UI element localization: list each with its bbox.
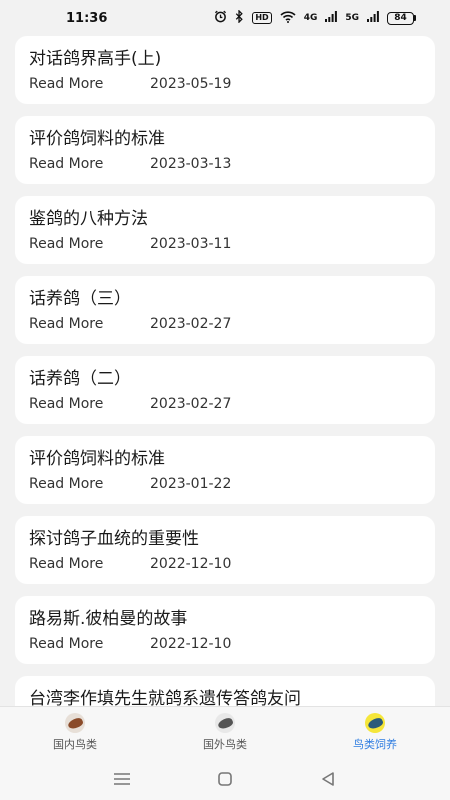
read-more-link[interactable]: Read More: [29, 636, 150, 652]
article-meta: Read More 2023-05-19: [29, 76, 421, 92]
article-card[interactable]: 话养鸽（二） Read More 2023-02-27: [15, 356, 435, 424]
status-bar: 11:36 HD 4G 5G 84: [0, 0, 450, 36]
article-list[interactable]: 对话鸽界高手(上) Read More 2023-05-19 评价鸽饲料的标准 …: [15, 36, 435, 706]
article-meta: Read More 2023-02-27: [29, 396, 421, 412]
article-meta: Read More 2023-01-22: [29, 476, 421, 492]
article-meta: Read More 2022-12-10: [29, 556, 421, 572]
article-card[interactable]: 路易斯.彼柏曼的故事 Read More 2022-12-10: [15, 596, 435, 664]
article-title: 路易斯.彼柏曼的故事: [29, 609, 188, 629]
article-date: 2023-02-27: [150, 396, 232, 412]
article-date: 2023-05-19: [150, 76, 232, 92]
read-more-link[interactable]: Read More: [29, 556, 150, 572]
article-date: 2023-02-27: [150, 316, 232, 332]
status-icons: HD 4G 5G 84: [214, 9, 416, 26]
article-date: 2023-01-22: [150, 476, 232, 492]
read-more-link[interactable]: Read More: [29, 476, 150, 492]
hd-badge: HD: [252, 12, 272, 24]
article-card[interactable]: 评价鸽饲料的标准 Read More 2023-01-22: [15, 436, 435, 504]
read-more-link[interactable]: Read More: [29, 156, 150, 172]
article-date: 2022-12-10: [150, 556, 232, 572]
article-card[interactable]: 台湾李作填先生就鸽系遗传答鸽友问: [15, 676, 435, 706]
article-meta: Read More 2023-02-27: [29, 316, 421, 332]
article-title: 话养鸽（二）: [29, 369, 131, 389]
bird-feeding-icon: [365, 713, 385, 733]
article-title: 探讨鸽子血统的重要性: [29, 529, 199, 549]
article-meta: Read More 2022-12-10: [29, 636, 421, 652]
article-meta: Read More 2023-03-13: [29, 156, 421, 172]
article-card[interactable]: 评价鸽饲料的标准 Read More 2023-03-13: [15, 116, 435, 184]
tab-domestic-birds[interactable]: 国内鸟类: [0, 707, 150, 758]
article-title: 评价鸽饲料的标准: [29, 449, 165, 469]
battery-level: 84: [387, 11, 414, 25]
article-card[interactable]: 对话鸽界高手(上) Read More 2023-05-19: [15, 36, 435, 104]
bottom-tab-bar: 国内鸟类 国外鸟类 鸟类饲养: [0, 706, 450, 758]
article-title: 对话鸽界高手(上): [29, 49, 162, 69]
read-more-link[interactable]: Read More: [29, 396, 150, 412]
status-time: 11:36: [66, 10, 108, 26]
signal-icon: [367, 11, 379, 25]
article-card[interactable]: 话养鸽（三） Read More 2023-02-27: [15, 276, 435, 344]
article-title: 鉴鸽的八种方法: [29, 209, 148, 229]
article-title: 台湾李作填先生就鸽系遗传答鸽友问: [29, 689, 301, 706]
tab-bird-feeding[interactable]: 鸟类饲养: [300, 707, 450, 758]
article-date: 2023-03-11: [150, 236, 232, 252]
article-date: 2022-12-10: [150, 636, 232, 652]
back-icon[interactable]: [308, 764, 348, 794]
article-title: 话养鸽（三）: [29, 289, 131, 309]
signal-5g-label: 5G: [345, 13, 359, 23]
tab-foreign-birds[interactable]: 国外鸟类: [150, 707, 300, 758]
article-card[interactable]: 鉴鸽的八种方法 Read More 2023-03-11: [15, 196, 435, 264]
signal-icon: [325, 11, 338, 25]
article-card[interactable]: 探讨鸽子血统的重要性 Read More 2022-12-10: [15, 516, 435, 584]
article-title: 评价鸽饲料的标准: [29, 129, 165, 149]
read-more-link[interactable]: Read More: [29, 76, 150, 92]
battery-icon: 84: [387, 11, 416, 25]
menu-icon[interactable]: [102, 764, 142, 794]
article-date: 2023-03-13: [150, 156, 232, 172]
read-more-link[interactable]: Read More: [29, 316, 150, 332]
wifi-icon: [280, 10, 296, 26]
signal-4g-label: 4G: [303, 13, 318, 23]
tab-label: 国外鸟类: [203, 738, 247, 751]
home-icon[interactable]: [205, 764, 245, 794]
system-navigation-bar: [0, 758, 450, 800]
tab-label: 国内鸟类: [53, 738, 97, 751]
alarm-icon: [214, 10, 227, 26]
read-more-link[interactable]: Read More: [29, 236, 150, 252]
bluetooth-icon: [235, 9, 244, 26]
article-meta: Read More 2023-03-11: [29, 236, 421, 252]
foreign-bird-icon: [215, 713, 235, 733]
domestic-bird-icon: [65, 713, 85, 733]
tab-label: 鸟类饲养: [353, 738, 397, 751]
